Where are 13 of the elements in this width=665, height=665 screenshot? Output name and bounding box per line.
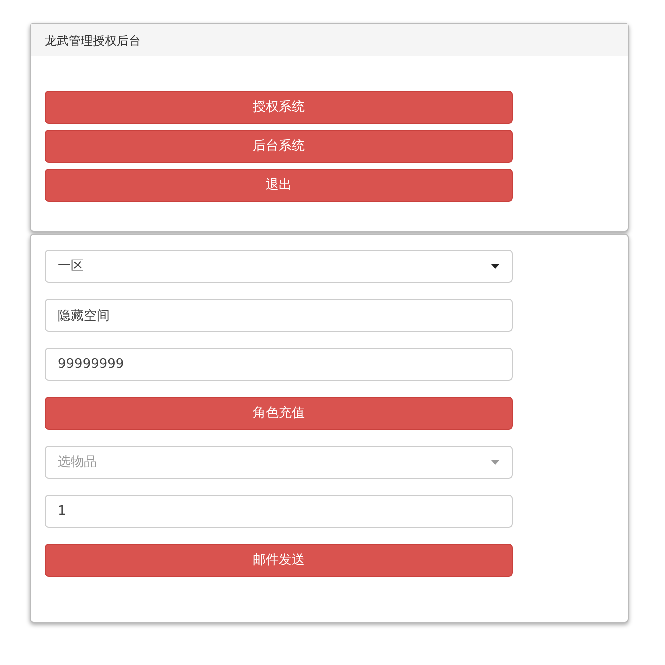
select-field[interactable]: 选物品: [45, 446, 513, 479]
caret-icon: [491, 264, 500, 269]
input-field[interactable]: 99999999: [45, 348, 513, 381]
menu-button[interactable]: 后台系统: [45, 130, 513, 163]
submit-button[interactable]: 邮件发送: [45, 544, 513, 577]
input-field[interactable]: 1: [45, 495, 513, 528]
input-field[interactable]: 隐藏空间: [45, 299, 513, 332]
menu-button[interactable]: 退出: [45, 169, 513, 202]
panel-title: 龙武管理授权后台: [45, 34, 141, 48]
submit-button[interactable]: 角色充值: [45, 397, 513, 430]
caret-icon: [491, 460, 500, 465]
select-field[interactable]: 一区: [45, 250, 513, 283]
menu-button[interactable]: 授权系统: [45, 91, 513, 124]
